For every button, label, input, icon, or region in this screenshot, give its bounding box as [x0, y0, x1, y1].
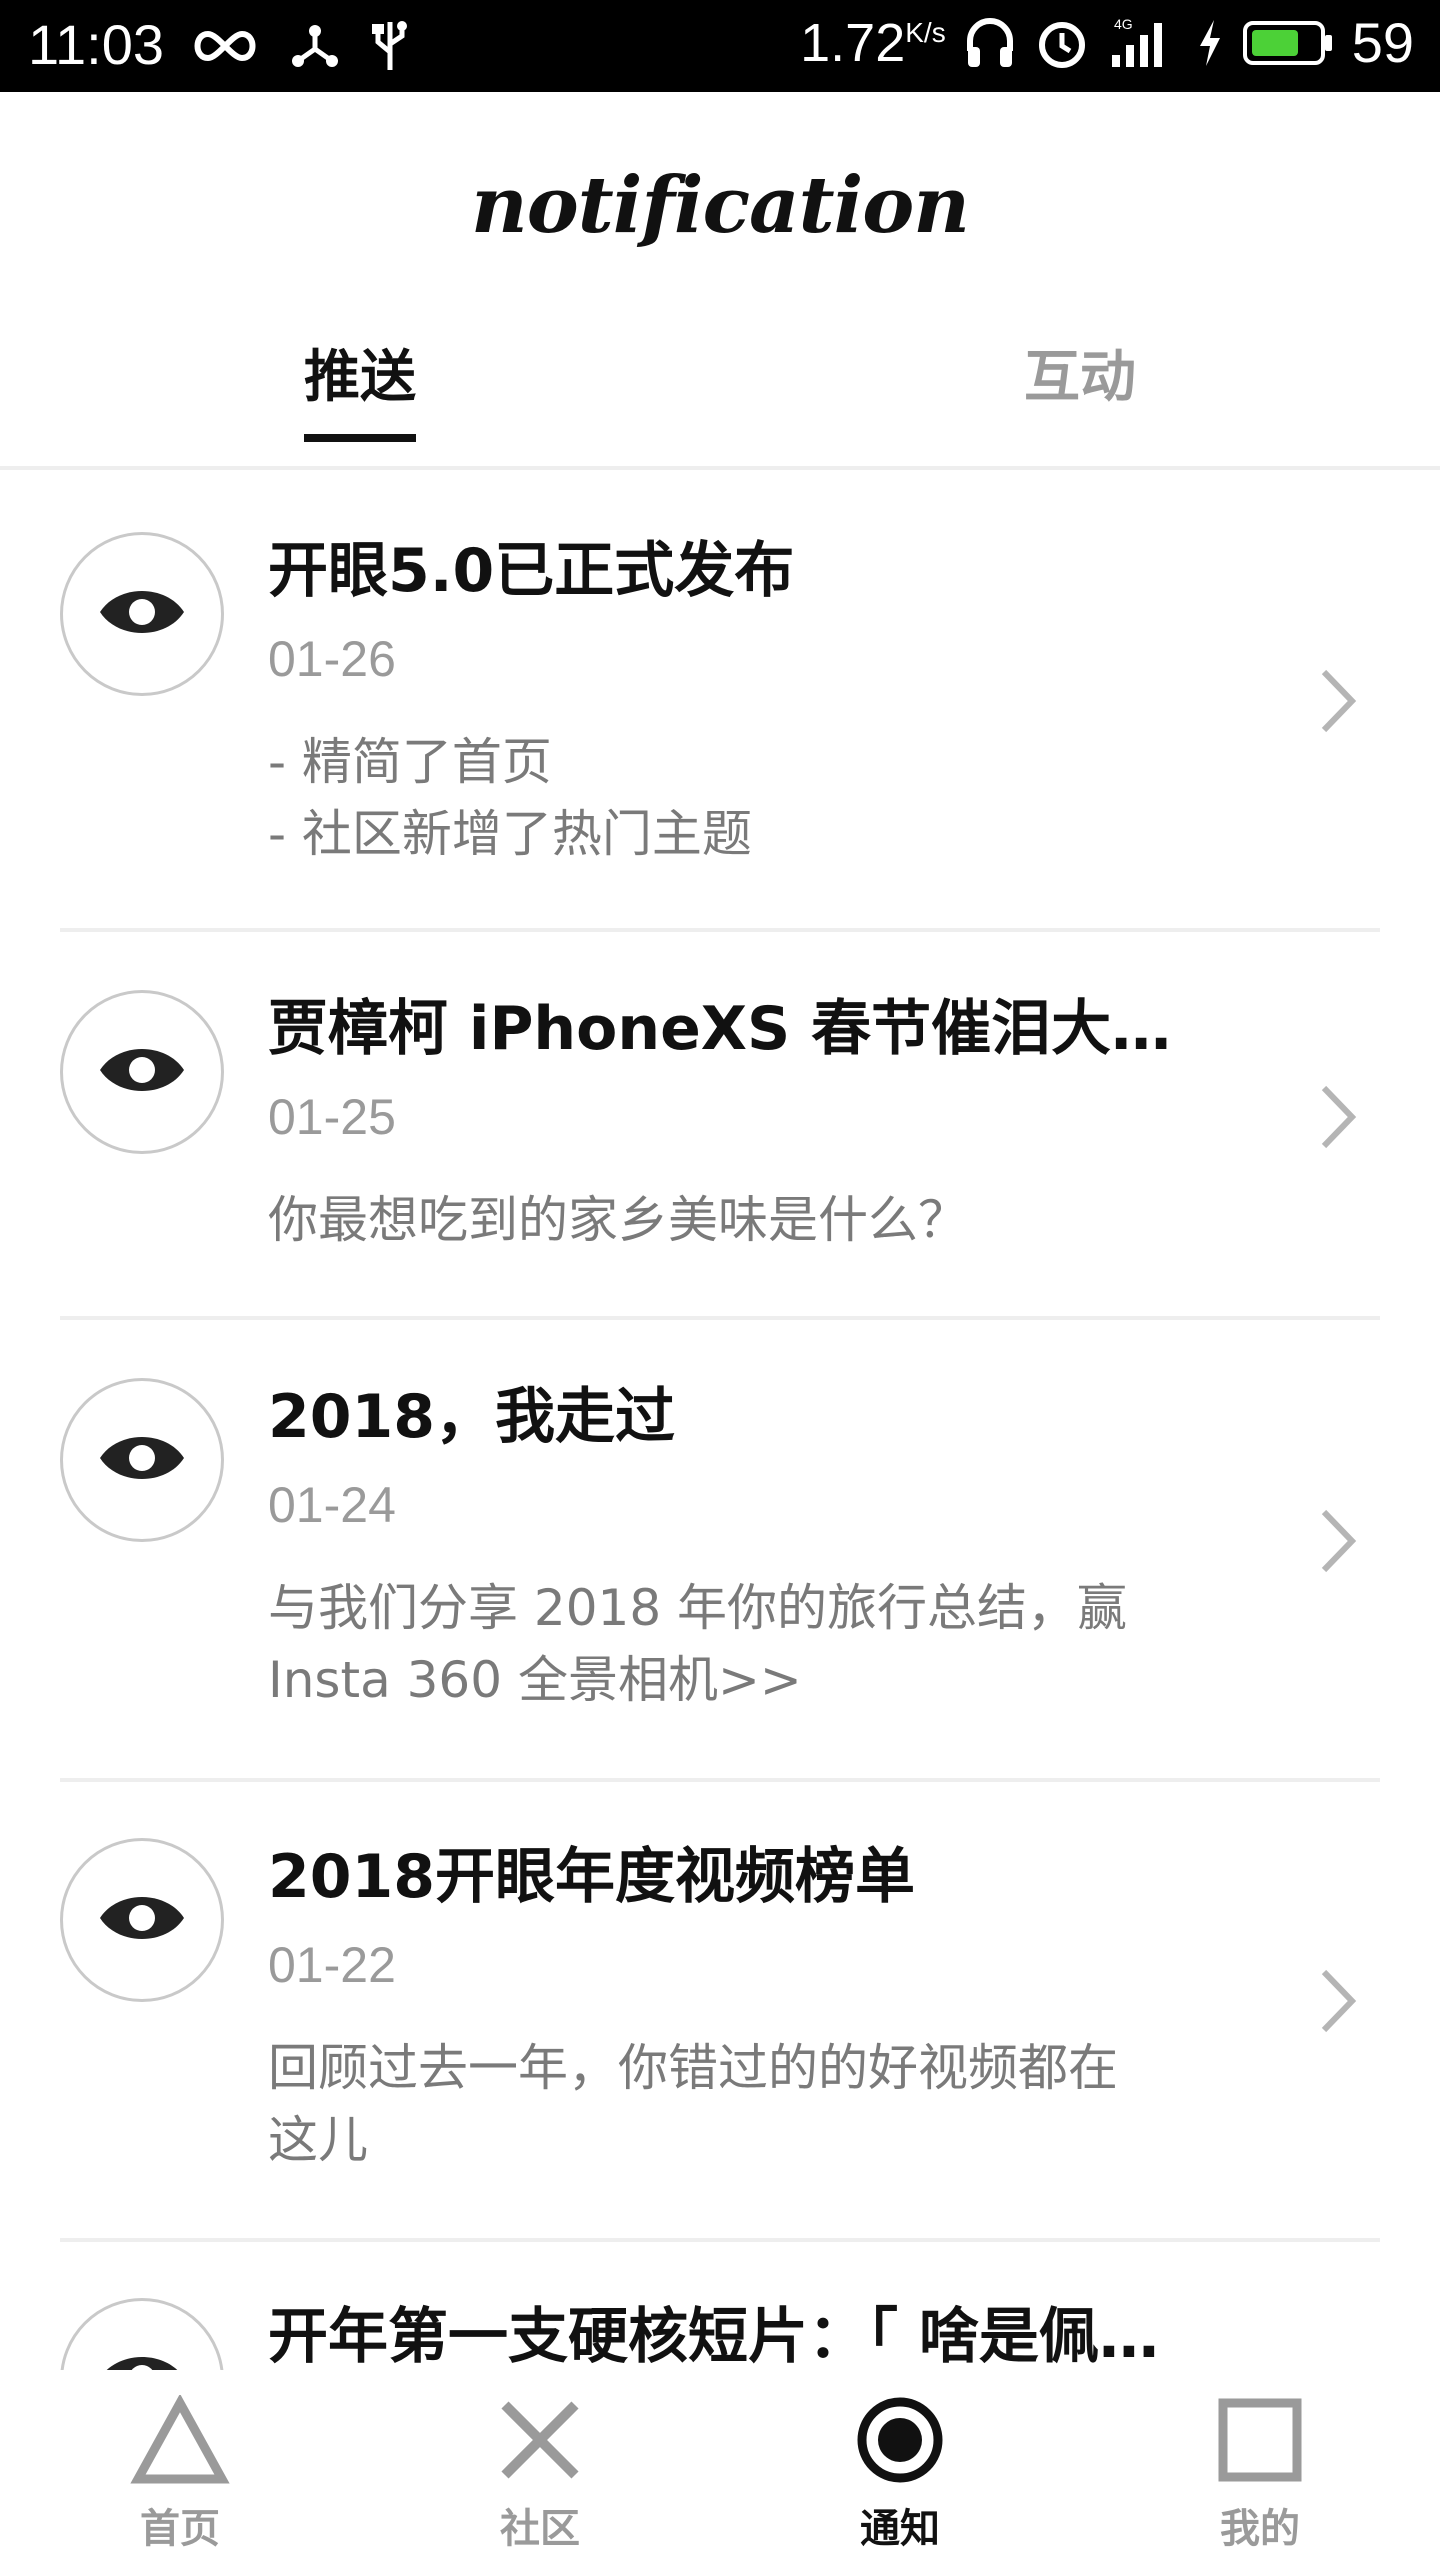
- notification-title: 开年第一支硬核短片：「 啥是佩…: [268, 2302, 1159, 2370]
- share-icon: [290, 21, 340, 71]
- tab-push[interactable]: 推送: [304, 332, 416, 413]
- alarm-icon: [1034, 15, 1090, 71]
- notification-date: 01-25: [268, 1089, 396, 1145]
- notification-body: 回顾过去一年，你错过的的好视频都在 这儿: [268, 2039, 1118, 2169]
- network-speed-unit: K/s: [905, 16, 946, 48]
- network-speed: 1.72K/s: [800, 12, 946, 73]
- chevron-right-icon[interactable]: [1318, 1506, 1358, 1580]
- nav-community[interactable]: 社区: [440, 2390, 640, 2554]
- avatar: [60, 2298, 224, 2370]
- charging-icon: [1196, 18, 1224, 68]
- eye-icon: [96, 1428, 188, 1492]
- avatar: [60, 990, 224, 1154]
- notification-body: 与我们分享 2018 年你的旅行总结，赢 Insta 360 全景相机>>: [268, 1579, 1128, 1709]
- avatar: [60, 532, 224, 696]
- circle-dot-icon: [800, 2390, 1000, 2490]
- avatar: [60, 1378, 224, 1542]
- notification-title: 开眼5.0已正式发布: [268, 536, 795, 606]
- infinity-icon: [190, 26, 260, 66]
- notification-title: 贾樟柯 iPhoneXS 春节催泪大…: [268, 994, 1172, 1064]
- chevron-right-icon[interactable]: [1318, 666, 1358, 740]
- status-bar: 11:03 1.72K/s 4G 59: [0, 0, 1440, 92]
- nav-notifications[interactable]: 通知: [800, 2390, 1000, 2554]
- list-item[interactable]: 2018，我走过 01-24 与我们分享 2018 年你的旅行总结，赢 Inst…: [0, 1320, 1440, 1782]
- eye-icon: [96, 2348, 188, 2370]
- svg-text:4G: 4G: [1114, 16, 1133, 32]
- triangle-icon: [80, 2390, 280, 2490]
- notification-date: 01-22: [268, 1937, 396, 1993]
- chevron-right-icon[interactable]: [1318, 1966, 1358, 2040]
- notification-title: 2018开眼年度视频榜单: [268, 1842, 915, 1912]
- cross-icon: [440, 2390, 640, 2490]
- eye-icon: [96, 1040, 188, 1104]
- avatar: [60, 1838, 224, 2002]
- page-title: notification: [470, 160, 970, 251]
- chevron-right-icon[interactable]: [1318, 1082, 1358, 1156]
- nav-profile[interactable]: 我的: [1160, 2390, 1360, 2554]
- headphones-icon: [964, 15, 1016, 71]
- bottom-navigation: 首页 社区 通知 我的: [0, 2370, 1440, 2560]
- nav-home-label: 首页: [140, 2506, 220, 2552]
- nav-home[interactable]: 首页: [80, 2390, 280, 2554]
- notification-body: 你最想吃到的家乡美味是什么？: [268, 1191, 968, 1249]
- notification-body: - 精简了首页 - 社区新增了热门主题: [268, 733, 752, 863]
- list-item[interactable]: 开年第一支硬核短片：「 啥是佩…: [0, 2240, 1440, 2370]
- list-item[interactable]: 2018开眼年度视频榜单 01-22 回顾过去一年，你错过的的好视频都在 这儿: [0, 1780, 1440, 2242]
- nav-community-label: 社区: [500, 2506, 580, 2552]
- notification-title: 2018，我走过: [268, 1382, 675, 1452]
- tab-interaction[interactable]: 互动: [1024, 332, 1136, 413]
- square-icon: [1160, 2390, 1360, 2490]
- battery-icon: [1242, 18, 1334, 68]
- nav-profile-label: 我的: [1220, 2506, 1300, 2552]
- tab-active-indicator: [304, 434, 416, 442]
- header: notification 推送 互动: [0, 92, 1440, 472]
- eye-icon: [96, 582, 188, 646]
- eye-icon: [96, 1888, 188, 1952]
- nav-notifications-label: 通知: [860, 2506, 940, 2552]
- battery-level: 59: [1351, 11, 1414, 74]
- notification-date: 01-26: [268, 631, 396, 687]
- signal-4g-icon: 4G: [1108, 15, 1178, 71]
- notification-list[interactable]: 开眼5.0已正式发布 01-26 - 精简了首页 - 社区新增了热门主题 贾樟柯…: [0, 470, 1440, 2370]
- notification-date: 01-24: [268, 1477, 396, 1533]
- usb-icon: [370, 18, 410, 74]
- list-item[interactable]: 贾樟柯 iPhoneXS 春节催泪大… 01-25 你最想吃到的家乡美味是什么？: [0, 932, 1440, 1320]
- list-item[interactable]: 开眼5.0已正式发布 01-26 - 精简了首页 - 社区新增了热门主题: [0, 470, 1440, 932]
- status-time: 11:03: [28, 13, 164, 76]
